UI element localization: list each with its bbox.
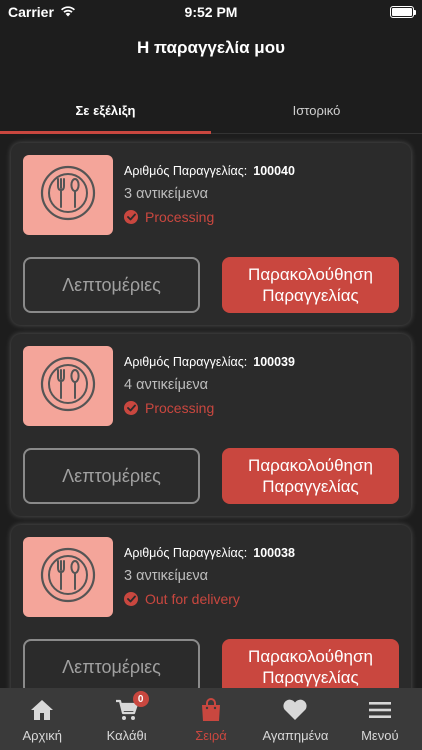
order-card: Αριθμός Παραγγελίας: 100039 4 αντικείμενα… [11, 334, 411, 516]
tabbar-label: Καλάθι [106, 728, 147, 743]
track-order-button[interactable]: Παρακολούθηση Παραγγελίας [222, 448, 399, 504]
order-status: Processing [124, 400, 214, 416]
plate-cutlery-icon [40, 165, 96, 226]
order-number-label: Αριθμός Παραγγελίας: [124, 546, 248, 560]
check-circle-icon [124, 401, 138, 415]
details-button[interactable]: Λεπτομέριες [23, 257, 200, 313]
tabbar-item-menu[interactable]: Μενού [338, 688, 422, 750]
tabbar-label: Μενού [361, 728, 399, 743]
order-status-text: Processing [145, 209, 215, 225]
order-number-label: Αριθμός Παραγγελίας: [124, 164, 248, 178]
tabs-divider [211, 133, 422, 134]
tabbar-label: Αγαπημένα [262, 728, 329, 743]
heart-icon [282, 698, 308, 722]
tabbar-label: Σειρά [195, 728, 227, 743]
tab-history[interactable]: Ιστορικό [211, 86, 422, 134]
tabbar-item-orders[interactable]: Σειρά [169, 688, 253, 750]
order-status: Processing [124, 209, 214, 225]
order-items-count: 3 αντικείμενα [124, 568, 209, 584]
tabbar-item-favorites[interactable]: Αγαπημένα [253, 688, 337, 750]
order-number-line: Αριθμός Παραγγελίας: 100040 [124, 164, 295, 178]
details-button[interactable]: Λεπτομέριες [23, 448, 200, 504]
bag-icon [198, 698, 224, 722]
order-status: Out for delivery [124, 591, 240, 607]
cart-badge: 0 [132, 691, 149, 707]
details-button[interactable]: Λεπτομέριες [23, 639, 200, 695]
tabbar-label: Αρχική [22, 728, 62, 743]
segment-tabs: Σε εξέλιξη Ιστορικό [0, 86, 422, 134]
page-title: Η παραγγελία μου [137, 38, 285, 57]
status-left: Carrier [8, 4, 76, 20]
tabbar-item-cart[interactable]: 0 Καλάθι [84, 688, 168, 750]
battery-icon [390, 6, 416, 18]
menu-icon [367, 698, 393, 722]
plate-cutlery-icon [40, 547, 96, 608]
order-items-count: 3 αντικείμενα [124, 186, 209, 202]
order-number: 100038 [253, 546, 295, 560]
order-number: 100040 [253, 164, 295, 178]
wifi-icon [60, 4, 76, 20]
plate-cutlery-icon [40, 356, 96, 417]
order-thumbnail [23, 537, 113, 617]
order-status-text: Out for delivery [145, 591, 240, 607]
cart-icon: 0 [114, 691, 149, 722]
tabbar-item-home[interactable]: Αρχική [0, 688, 84, 750]
order-card: Αριθμός Παραγγελίας: 100040 3 αντικείμενα… [11, 143, 411, 325]
order-card: Αριθμός Παραγγελίας: 100038 3 αντικείμενα… [11, 525, 411, 707]
order-thumbnail [23, 346, 113, 426]
order-number-label: Αριθμός Παραγγελίας: [124, 355, 248, 369]
track-order-button[interactable]: Παρακολούθηση Παραγγελίας [222, 257, 399, 313]
status-bar: Carrier 9:52 PM [0, 0, 422, 24]
order-items-count: 4 αντικείμενα [124, 377, 209, 393]
track-order-button[interactable]: Παρακολούθηση Παραγγελίας [222, 639, 399, 695]
order-number-line: Αριθμός Παραγγελίας: 100039 [124, 355, 295, 369]
check-circle-icon [124, 210, 138, 224]
carrier-label: Carrier [8, 4, 54, 20]
tab-in-progress[interactable]: Σε εξέλιξη [0, 86, 211, 134]
bottom-tab-bar: Αρχική 0 Καλάθι Σειρά Αγαπημένα Μενού [0, 688, 422, 750]
home-icon [29, 698, 55, 722]
order-number-line: Αριθμός Παραγγελίας: 100038 [124, 546, 295, 560]
check-circle-icon [124, 592, 138, 606]
order-thumbnail [23, 155, 113, 235]
order-status-text: Processing [145, 400, 215, 416]
order-number: 100039 [253, 355, 295, 369]
